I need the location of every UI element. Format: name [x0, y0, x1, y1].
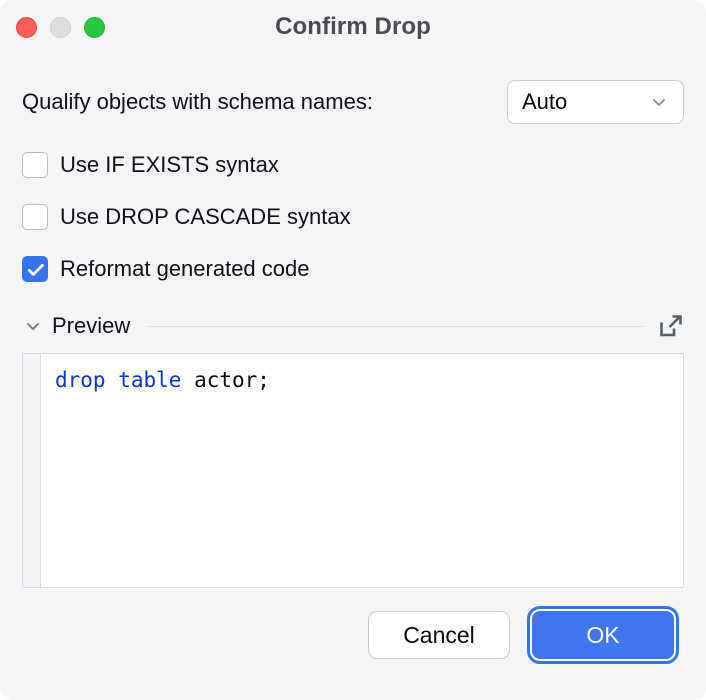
- qualify-schema-label: Qualify objects with schema names:: [22, 89, 373, 114]
- code-keyword: drop table: [55, 368, 182, 392]
- qualify-schema-row: Qualify objects with schema names: Auto: [22, 79, 684, 125]
- qualify-schema-dropdown[interactable]: Auto: [507, 80, 684, 124]
- checkbox-if-exists[interactable]: [22, 151, 48, 178]
- checkbox-row-if-exists[interactable]: Use IF EXISTS syntax: [22, 145, 684, 184]
- checkbox-label-reformat-code: Reformat generated code: [60, 255, 310, 281]
- dialog-footer: Cancel OK: [22, 606, 684, 664]
- checkbox-drop-cascade[interactable]: [22, 203, 48, 230]
- code-text: actor;: [181, 368, 270, 392]
- chevron-down-icon: [649, 92, 669, 112]
- open-in-new-window-icon[interactable]: [658, 313, 684, 339]
- ok-button-focus-ring: OK: [527, 606, 679, 664]
- title-bar: Confirm Drop: [0, 0, 706, 58]
- editor-gutter: [23, 354, 41, 587]
- qualify-schema-value: Auto: [522, 89, 568, 114]
- checkbox-label-drop-cascade: Use DROP CASCADE syntax: [60, 203, 351, 229]
- checkmark-icon: [23, 257, 47, 281]
- ok-button[interactable]: OK: [532, 611, 674, 659]
- editor-code[interactable]: drop table actor;: [41, 354, 683, 587]
- confirm-drop-dialog: Confirm Drop Qualify objects with schema…: [0, 0, 706, 700]
- checkbox-row-drop-cascade[interactable]: Use DROP CASCADE syntax: [22, 197, 684, 236]
- preview-code-editor[interactable]: drop table actor;: [22, 353, 684, 588]
- dialog-content: Qualify objects with schema names: Auto …: [0, 79, 706, 664]
- preview-title: Preview: [52, 313, 131, 338]
- window-title: Confirm Drop: [275, 13, 431, 40]
- chevron-down-icon[interactable]: [22, 315, 44, 337]
- preview-section-header: Preview: [22, 311, 684, 341]
- cancel-button[interactable]: Cancel: [368, 611, 510, 659]
- checkbox-label-if-exists: Use IF EXISTS syntax: [60, 151, 279, 177]
- checkbox-row-reformat-code[interactable]: Reformat generated code: [22, 249, 684, 288]
- checkbox-reformat-code[interactable]: [22, 255, 48, 282]
- section-divider: [146, 325, 644, 327]
- options-group: Use IF EXISTS syntax Use DROP CASCADE sy…: [22, 145, 684, 288]
